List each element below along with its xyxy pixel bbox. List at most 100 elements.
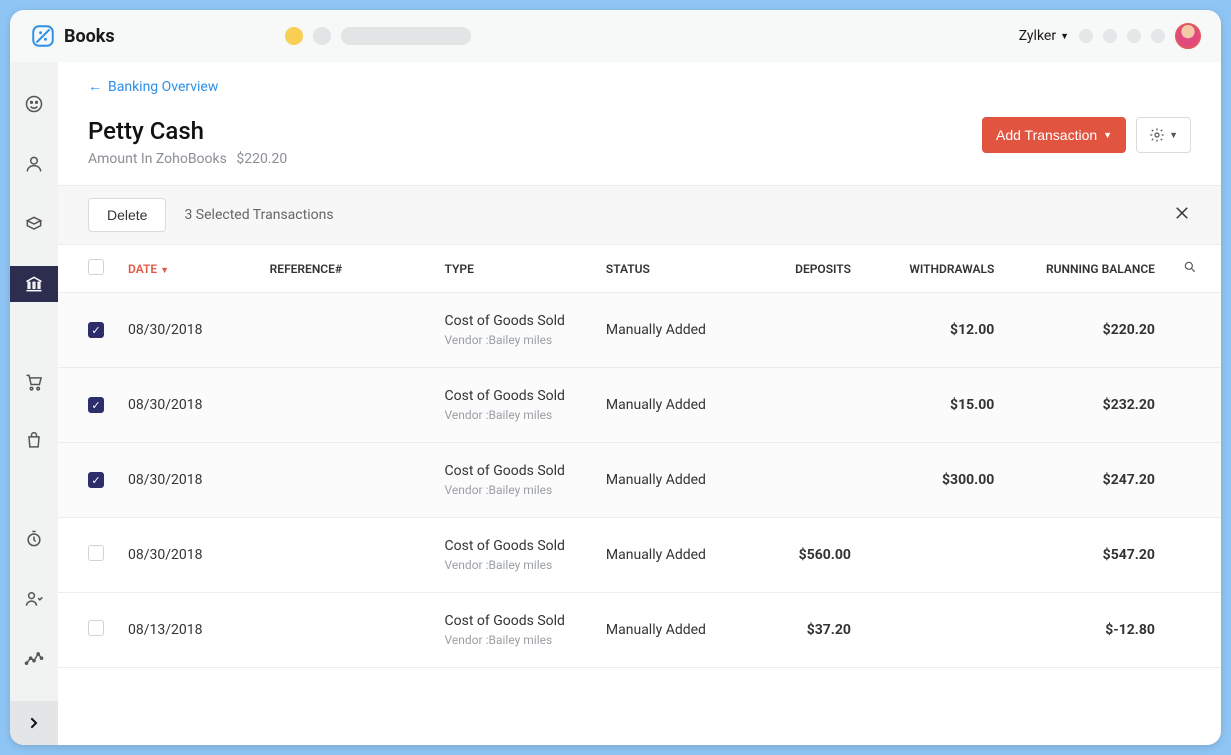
cell-date: 08/30/2018 [116, 443, 258, 518]
settings-button[interactable]: ▼ [1136, 117, 1191, 153]
cell-date: 08/30/2018 [116, 368, 258, 443]
table-row[interactable]: 08/30/2018Cost of Goods SoldVendor :Bail… [58, 518, 1221, 593]
cell-status: Manually Added [594, 593, 741, 668]
cell-type: Cost of Goods SoldVendor :Bailey miles [433, 368, 594, 443]
placeholder-bar [341, 27, 471, 45]
row-checkbox[interactable] [88, 545, 104, 561]
app-frame: Books Zylker ▼ [10, 10, 1221, 745]
balance-label: Amount In ZohoBooks [88, 151, 227, 167]
cell-reference [258, 518, 433, 593]
transactions-table: DATE ▼ REFERENCE# TYPE STATUS DEPOSITS W… [58, 245, 1221, 668]
row-checkbox[interactable] [88, 472, 104, 488]
cell-date: 08/13/2018 [116, 593, 258, 668]
arrow-left-icon: ← [88, 78, 102, 95]
cell-withdrawal [863, 593, 1006, 668]
close-selection-button[interactable] [1173, 204, 1191, 226]
cell-deposit [741, 368, 863, 443]
col-withdrawals[interactable]: WITHDRAWALS [863, 245, 1006, 293]
topbar-placeholders [285, 27, 471, 45]
cell-balance: $220.20 [1006, 293, 1171, 368]
cell-balance: $547.20 [1006, 518, 1171, 593]
table-body: 08/30/2018 Cost of Goods SoldVendor :Bail… [58, 293, 1221, 668]
col-balance[interactable]: RUNNING BALANCE [1006, 245, 1171, 293]
brand-logo-icon [30, 23, 56, 49]
table-row[interactable]: 08/13/2018Cost of Goods SoldVendor :Bail… [58, 593, 1221, 668]
nav-purchases[interactable] [10, 424, 58, 460]
cell-date: 08/30/2018 [116, 518, 258, 593]
nav-banking[interactable] [10, 266, 58, 302]
nav-sales[interactable] [10, 364, 58, 400]
col-date[interactable]: DATE ▼ [116, 245, 258, 293]
cell-status: Manually Added [594, 368, 741, 443]
cell-status: Manually Added [594, 518, 741, 593]
cell-balance: $-12.80 [1006, 593, 1171, 668]
selection-count: 3 Selected Transactions [184, 207, 333, 223]
select-all-checkbox[interactable] [88, 259, 104, 275]
nav-dashboard[interactable] [10, 86, 58, 122]
cell-withdrawal: $15.00 [863, 368, 1006, 443]
title-block: Petty Cash Amount In ZohoBooks $220.20 [88, 117, 287, 167]
cell-withdrawal: $300.00 [863, 443, 1006, 518]
topbar-action-4[interactable] [1151, 29, 1165, 43]
sidebar-expand[interactable] [10, 701, 58, 745]
cell-reference [258, 368, 433, 443]
row-checkbox[interactable] [88, 397, 104, 413]
table-header: DATE ▼ REFERENCE# TYPE STATUS DEPOSITS W… [58, 245, 1221, 293]
col-status[interactable]: STATUS [594, 245, 741, 293]
org-switcher[interactable]: Zylker ▼ [1019, 28, 1069, 44]
cell-date: 08/30/2018 [116, 293, 258, 368]
nav-accountant[interactable] [10, 581, 58, 617]
title-row: Petty Cash Amount In ZohoBooks $220.20 A… [88, 117, 1191, 167]
topbar-action-3[interactable] [1127, 29, 1141, 43]
col-type[interactable]: TYPE [433, 245, 594, 293]
col-reference[interactable]: REFERENCE# [258, 245, 433, 293]
cell-status: Manually Added [594, 293, 741, 368]
sort-desc-icon: ▼ [160, 266, 169, 276]
nav-contacts[interactable] [10, 146, 58, 182]
search-icon [1183, 260, 1197, 274]
close-icon [1173, 204, 1191, 222]
user-avatar[interactable] [1175, 23, 1201, 49]
topbar: Books Zylker ▼ [10, 10, 1221, 62]
col-deposits[interactable]: DEPOSITS [741, 245, 863, 293]
brand: Books [30, 23, 115, 49]
add-transaction-button[interactable]: Add Transaction ▼ [982, 117, 1126, 153]
row-checkbox[interactable] [88, 620, 104, 636]
delete-button[interactable]: Delete [88, 198, 166, 232]
table-row[interactable]: 08/30/2018 Cost of Goods SoldVendor :Bail… [58, 443, 1221, 518]
row-checkbox[interactable] [88, 322, 104, 338]
topbar-right: Zylker ▼ [1019, 23, 1201, 49]
nav-timesheet[interactable] [10, 521, 58, 557]
caret-down-icon: ▼ [1060, 31, 1069, 42]
table-row[interactable]: 08/30/2018 Cost of Goods SoldVendor :Bail… [58, 293, 1221, 368]
caret-down-icon: ▼ [1103, 130, 1112, 140]
nav-reports[interactable] [10, 641, 58, 677]
cell-withdrawal: $12.00 [863, 293, 1006, 368]
nav-items[interactable] [10, 206, 58, 242]
col-search[interactable] [1171, 245, 1221, 293]
topbar-action-1[interactable] [1079, 29, 1093, 43]
org-name: Zylker [1019, 28, 1056, 44]
cell-deposit: $560.00 [741, 518, 863, 593]
back-link[interactable]: ← Banking Overview [88, 78, 218, 95]
cell-reference [258, 293, 433, 368]
selection-toolbar: Delete 3 Selected Transactions [58, 186, 1221, 245]
table-row[interactable]: 08/30/2018 Cost of Goods SoldVendor :Bail… [58, 368, 1221, 443]
cell-type: Cost of Goods SoldVendor :Bailey miles [433, 293, 594, 368]
cell-reference [258, 593, 433, 668]
add-transaction-label: Add Transaction [996, 127, 1097, 143]
cell-deposit: $37.20 [741, 593, 863, 668]
caret-down-icon: ▼ [1169, 130, 1178, 140]
cell-reference [258, 443, 433, 518]
cell-deposit [741, 443, 863, 518]
back-label: Banking Overview [108, 79, 218, 95]
placeholder-dot-yellow [285, 27, 303, 45]
brand-name: Books [64, 26, 115, 47]
page-subtitle: Amount In ZohoBooks $220.20 [88, 151, 287, 167]
gear-icon [1149, 127, 1165, 143]
cell-balance: $232.20 [1006, 368, 1171, 443]
page-title: Petty Cash [88, 117, 287, 145]
cell-type: Cost of Goods SoldVendor :Bailey miles [433, 443, 594, 518]
placeholder-dot-grey [313, 27, 331, 45]
topbar-action-2[interactable] [1103, 29, 1117, 43]
